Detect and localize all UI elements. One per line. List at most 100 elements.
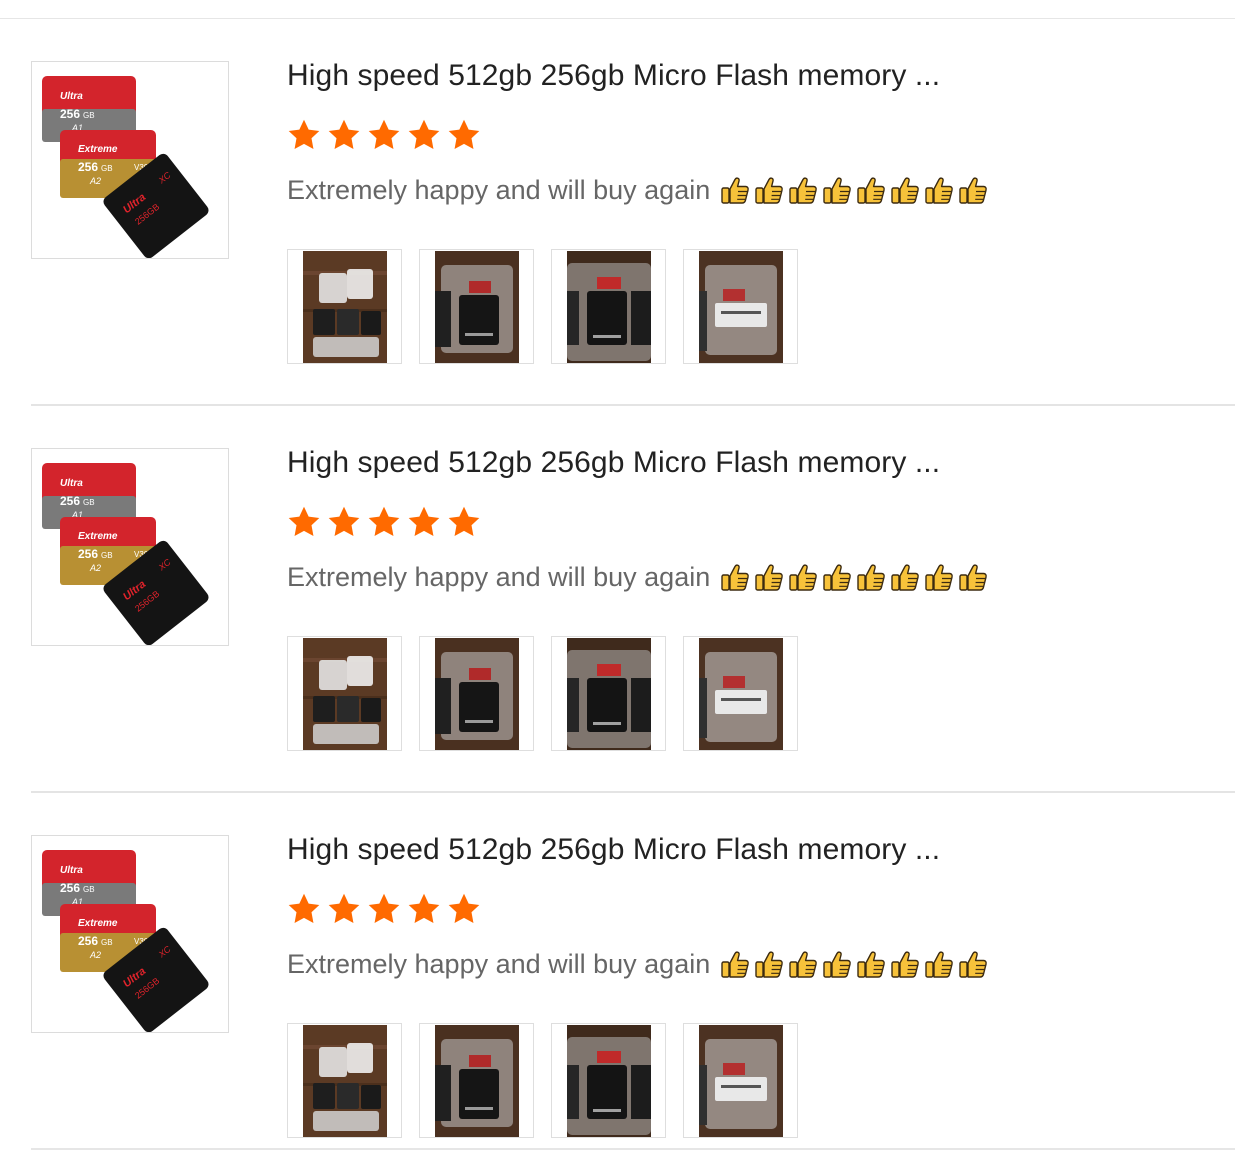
thumbs-up-icon [823,564,852,591]
svg-text:A2: A2 [89,176,101,186]
svg-text:Ultra: Ultra [60,865,83,876]
review-photo[interactable] [551,636,666,751]
thumbs-up-icon [789,177,818,204]
svg-text:Ultra: Ultra [60,478,83,489]
review-comment: Extremely happy and will buy again [287,561,989,593]
review-comment-text: Extremely happy and will buy again [287,948,711,979]
thumbs-up-icon [755,177,784,204]
review-item: Ultra 256 GB A1 Extreme 256 GB V30 A2 Ul… [31,406,1235,793]
review-comment-text: Extremely happy and will buy again [287,561,711,592]
thumbs-up-icon [925,951,954,978]
review-item: Ultra 256 GB A1 Extreme 256 GB V30 A2 Ul… [31,793,1235,1150]
thumbs-up-icon [959,951,988,978]
review-photos [287,636,798,751]
sd-card-product-image: Ultra 256 GB A1 Extreme 256 GB V30 A2 Ul… [42,76,209,258]
review-item: Ultra 256 GB A1 Extreme 256 GB V30 A2 Ul… [31,19,1235,406]
star-icon [368,119,400,149]
thumbs-up-icon [721,177,750,204]
thumbs-up-icon [755,951,784,978]
photo-sd-card-adapter-case [566,250,651,363]
photo-sd-card-adapter [434,250,519,363]
svg-text:GB: GB [83,885,95,894]
review-photo[interactable] [287,636,402,751]
thumbs-up-icon [925,564,954,591]
thumbs-up-icon [959,564,988,591]
review-photo[interactable] [683,1023,798,1138]
star-icon [368,893,400,923]
thumbs-up-icon [891,564,920,591]
review-comment: Extremely happy and will buy again [287,948,989,980]
star-icon [368,506,400,536]
svg-text:Extreme: Extreme [78,144,118,155]
star-icon [328,119,360,149]
svg-text:GB: GB [83,111,95,120]
star-icon [408,119,440,149]
thumbs-up-row [719,174,989,206]
thumbs-up-icon [721,951,750,978]
svg-text:256: 256 [60,881,80,895]
svg-text:GB: GB [101,938,113,947]
star-icon [288,893,320,923]
photo-sd-card-adapter [434,1024,519,1137]
thumbs-up-icon [857,177,886,204]
svg-text:256: 256 [78,160,98,174]
svg-text:Extreme: Extreme [78,918,118,929]
review-photo[interactable] [551,249,666,364]
svg-text:256: 256 [60,107,80,121]
photo-samsung-card-case [698,250,783,363]
thumbs-up-row [719,561,989,593]
product-thumbnail[interactable]: Ultra 256 GB A1 Extreme 256 GB V30 A2 Ul… [31,61,229,259]
star-icon [408,506,440,536]
product-title[interactable]: High speed 512gb 256gb Micro Flash memor… [287,446,940,480]
thumbs-up-icon [823,951,852,978]
photo-sd-card-adapter-case [566,637,651,750]
svg-text:GB: GB [83,498,95,507]
review-photo[interactable] [419,249,534,364]
sd-card-product-image: Ultra 256 GB A1 Extreme 256 GB V30 A2 Ul… [42,850,209,1032]
review-comment: Extremely happy and will buy again [287,174,989,206]
thumbs-up-icon [823,177,852,204]
review-photos [287,1023,798,1138]
svg-text:256: 256 [60,494,80,508]
svg-text:GB: GB [101,551,113,560]
star-icon [408,893,440,923]
photo-samsung-card-case [698,637,783,750]
product-title[interactable]: High speed 512gb 256gb Micro Flash memor… [287,59,940,93]
product-thumbnail[interactable]: Ultra 256 GB A1 Extreme 256 GB V30 A2 Ul… [31,448,229,646]
thumbs-up-icon [925,177,954,204]
sd-card-product-image: Ultra 256 GB A1 Extreme 256 GB V30 A2 Ul… [42,463,209,645]
review-photo[interactable] [287,249,402,364]
svg-text:256: 256 [78,547,98,561]
review-comment-text: Extremely happy and will buy again [287,174,711,205]
star-icon [288,506,320,536]
review-photo[interactable] [419,1023,534,1138]
svg-text:Ultra: Ultra [60,91,83,102]
review-photo[interactable] [287,1023,402,1138]
thumbs-up-icon [891,177,920,204]
thumbs-up-row [719,948,989,980]
review-photo[interactable] [683,249,798,364]
thumbs-up-icon [857,951,886,978]
thumbs-up-icon [857,564,886,591]
review-photo[interactable] [419,636,534,751]
photo-sd-cards-in-cases [302,250,387,363]
thumbs-up-icon [891,951,920,978]
review-photo[interactable] [551,1023,666,1138]
review-photo[interactable] [683,636,798,751]
star-icon [328,893,360,923]
product-thumbnail[interactable]: Ultra 256 GB A1 Extreme 256 GB V30 A2 Ul… [31,835,229,1033]
rating-stars [286,117,482,153]
svg-text:256: 256 [78,934,98,948]
photo-sd-cards-in-cases [302,637,387,750]
svg-text:GB: GB [101,164,113,173]
photo-samsung-card-case [698,1024,783,1137]
svg-text:A2: A2 [89,950,101,960]
thumbs-up-icon [789,951,818,978]
star-icon [328,506,360,536]
thumbs-up-icon [789,564,818,591]
photo-sd-cards-in-cases [302,1024,387,1137]
review-list-page: Ultra 256 GB A1 Extreme 256 GB V30 A2 Ul… [0,0,1235,1150]
svg-text:A2: A2 [89,563,101,573]
product-title[interactable]: High speed 512gb 256gb Micro Flash memor… [287,833,940,867]
star-icon [448,893,480,923]
